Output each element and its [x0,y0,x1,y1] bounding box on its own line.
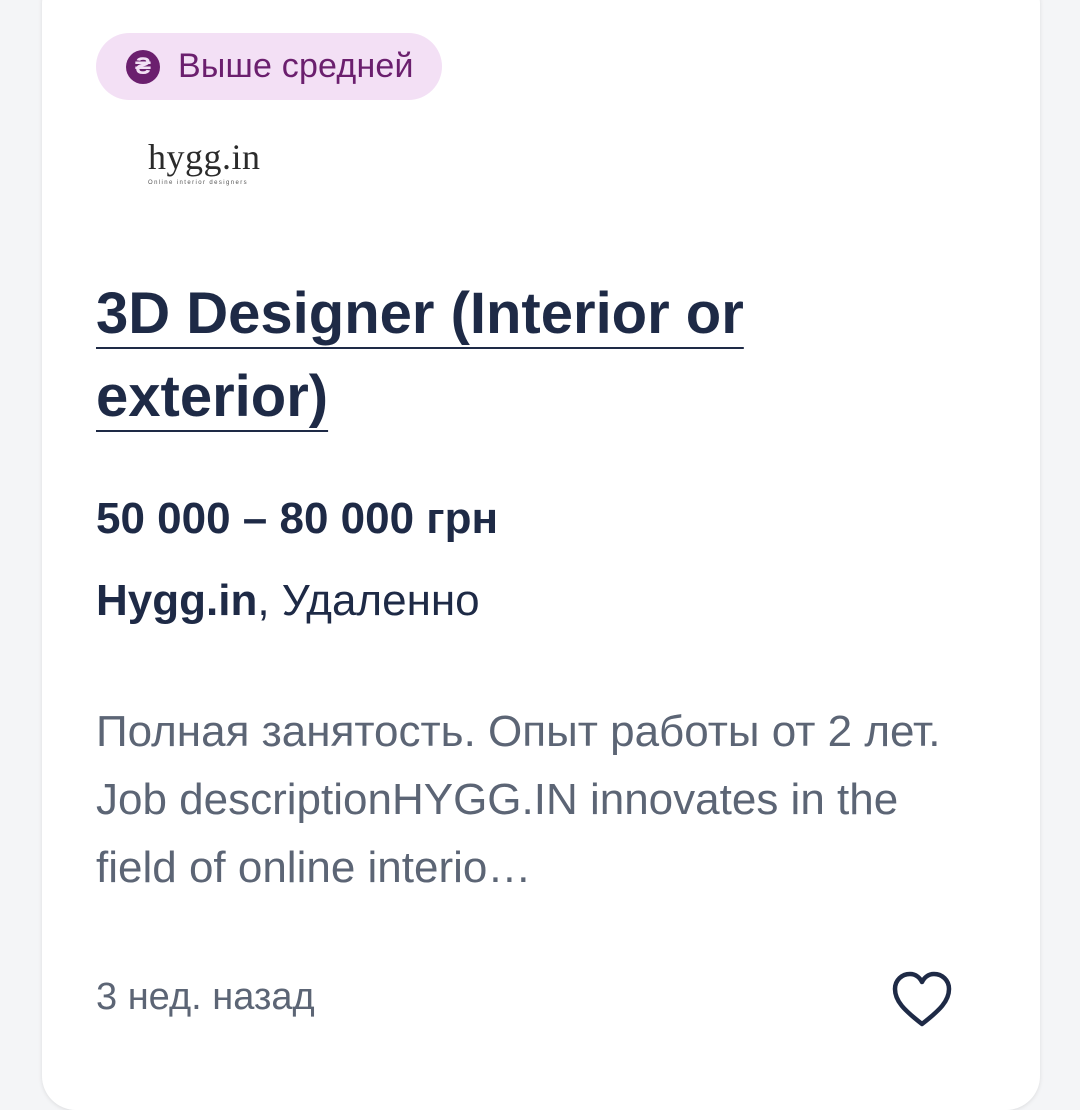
posted-time: 3 нед. назад [96,976,315,1018]
logo-text: hygg.in [148,137,261,177]
vacancy-title-link[interactable]: 3D Designer (Interior or exterior) [96,272,856,438]
salary-range: 50 000 – 80 000 грн [96,494,499,543]
vacancy-title[interactable]: 3D Designer (Interior or exterior) [96,281,744,429]
salary-badge: ₴ Выше средней [96,33,442,100]
company-location: Hygg.in, Удаленно [96,576,480,626]
company-logo: hygg.in Online interior designers [148,138,268,192]
vacancy-description: Полная занятость. Опыт работы от 2 лет. … [96,707,941,892]
logo-tagline: Online interior designers [148,180,249,186]
company-name: Hygg.in [96,576,258,625]
favorite-button[interactable] [890,970,954,1030]
heart-icon[interactable] [890,970,954,1030]
hryvnia-icon: ₴ [126,49,160,84]
location: , Удаленно [257,576,480,625]
badge-label: Выше средней [178,47,414,85]
